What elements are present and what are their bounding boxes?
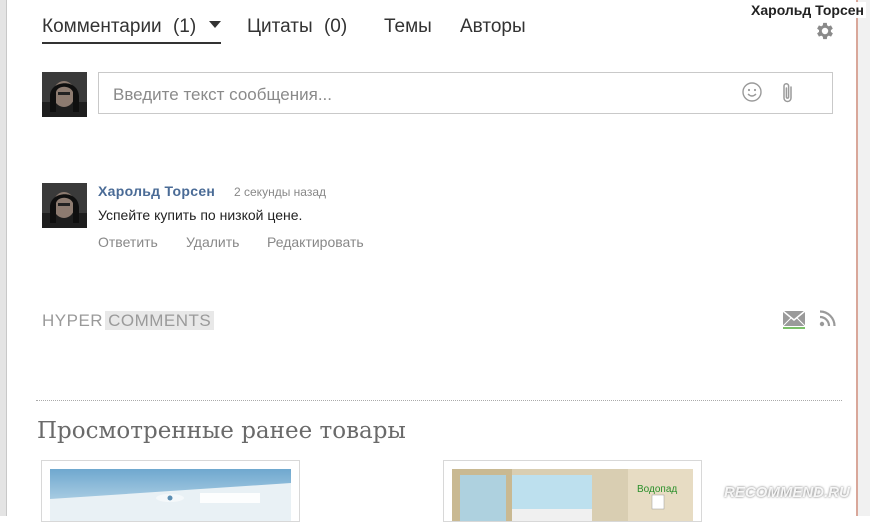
mail-icon[interactable] [782,309,806,329]
tab-topics-label: Темы [384,16,432,37]
edit-button[interactable]: Редактировать [267,234,364,250]
tab-authors[interactable]: Авторы [460,16,526,38]
logo-comments: COMMENTS [105,311,215,330]
viewed-product-card[interactable]: Водопад [443,460,702,522]
message-input[interactable] [111,81,725,109]
viewed-products-title: Просмотренные ранее товары [37,418,406,444]
chevron-down-icon[interactable] [209,21,222,28]
left-page-border [0,0,7,516]
tab-authors-label: Авторы [460,16,526,37]
reply-button[interactable]: Ответить [98,234,158,250]
product-image[interactable]: Водопад [452,469,693,521]
watermark: RECOMMEND.RU [724,484,850,501]
viewed-product-card[interactable] [41,460,300,522]
tab-comments-label: Комментарии [42,16,162,37]
tab-quotes-count: (0) [323,16,348,37]
tab-comments-count: (1) [172,16,197,37]
product-photo [452,469,693,521]
delete-button[interactable]: Удалить [186,234,239,250]
comment-avatar[interactable] [42,183,87,228]
hypercomments-logo[interactable]: HYPER COMMENTS [42,311,215,331]
product-photo [50,469,291,521]
comment-timestamp[interactable]: 2 секунды назад [234,185,326,199]
logo-hyper: HYPER [42,311,104,330]
tab-quotes[interactable]: Цитаты (0) [247,16,347,38]
gear-icon[interactable] [814,20,836,42]
avatar-image [42,72,87,117]
comment-text: Успейте купить по низкой цене. [98,207,303,223]
product-image[interactable] [50,469,291,521]
rss-icon[interactable] [819,310,836,327]
tab-quotes-label: Цитаты [247,16,313,37]
avatar-image [42,183,87,228]
smile-icon[interactable] [741,81,763,103]
tab-comments[interactable]: Комментарии (1) [42,16,222,44]
product-caption: Водопад [637,484,678,495]
section-divider [36,400,842,401]
tab-topics[interactable]: Темы [384,16,432,38]
paperclip-icon[interactable] [779,81,797,105]
right-page-border [856,0,870,516]
message-input-box[interactable] [98,72,833,114]
current-user-name[interactable]: Харольд Торсен [749,2,866,18]
comment-author-link[interactable]: Харольд Торсен [98,183,215,199]
composer-avatar[interactable] [42,72,87,117]
